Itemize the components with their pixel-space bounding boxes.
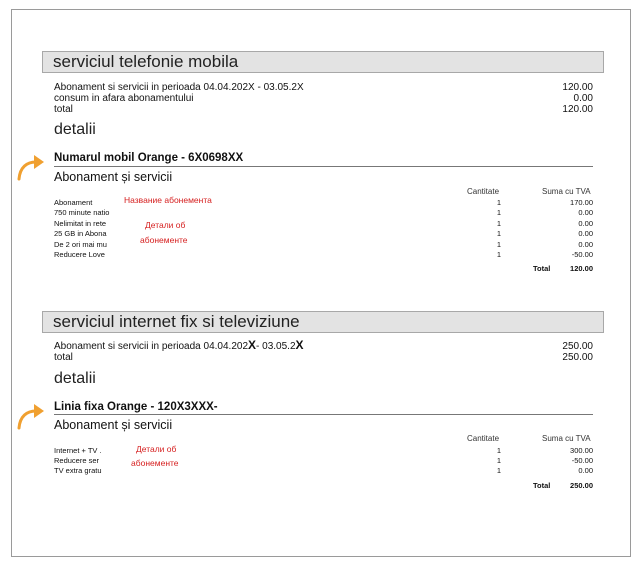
table-row-name: 750 minute natio: [54, 208, 110, 217]
masked-char: X: [295, 338, 304, 352]
table-row-amount: 170.00: [570, 198, 593, 207]
table-row-qty: 1: [496, 208, 501, 217]
masked-char: X: [248, 82, 255, 93]
detalii-heading: detalii: [54, 370, 96, 387]
section-title: serviciul internet fix si televiziune: [53, 312, 300, 331]
period-line: Abonament si servicii in perioada 04.04.…: [54, 82, 304, 93]
table-row-name: Reducere ser: [54, 456, 100, 465]
column-header-sum: Suma cu TVA: [542, 187, 591, 196]
table-total-value: 250.00: [570, 481, 593, 490]
table-total-label: Total: [533, 481, 551, 490]
subscription-subtitle: Abonament și servicii: [54, 170, 173, 184]
subscription-subtitle: Abonament și servicii: [54, 418, 173, 432]
table-row-qty: 1: [496, 240, 501, 249]
period-value: 120.00: [562, 82, 593, 93]
divider: [54, 166, 593, 167]
total-value: 250.00: [562, 352, 593, 363]
table-row-amount: 0.00: [578, 466, 593, 475]
period-text: Abonament si servicii in perioada 04.04.…: [54, 341, 249, 352]
table-row-qty: 1: [496, 198, 501, 207]
table-row-amount: 0.00: [578, 219, 593, 228]
detalii-heading: detalii: [54, 121, 96, 138]
column-header-sum: Suma cu TVA: [542, 434, 591, 443]
consum-value: 0.00: [573, 93, 593, 104]
table-row-qty: 1: [496, 229, 501, 238]
total-label: total: [54, 352, 73, 363]
consum-label: consum in afara abonamentului: [54, 93, 194, 104]
table-row-name: Abonament: [54, 198, 93, 207]
period-text: Abonament si servicii in perioada 04.04.…: [54, 82, 249, 93]
table-row-amount: 0.00: [578, 208, 593, 217]
total-label: total: [54, 104, 73, 115]
annotation-subscription-name: Название абонемента: [124, 195, 212, 205]
table-row-qty: 1: [496, 456, 501, 465]
column-header-qty: Cantitate: [467, 434, 500, 443]
line-title: Numarul mobil Orange - 6X0698XX: [54, 152, 244, 164]
period-value: 250.00: [562, 341, 593, 352]
divider: [54, 414, 593, 415]
table-row-name: Internet + TV .: [54, 446, 102, 455]
masked-char: X: [248, 338, 257, 352]
total-value: 120.00: [562, 104, 593, 115]
column-header-qty: Cantitate: [467, 187, 500, 196]
line-title: Linia fixa Orange - 120X3XXX-: [54, 401, 218, 413]
section-header-internet: serviciul internet fix si televiziune: [42, 311, 604, 333]
table-row-name: Reducere Love: [54, 250, 105, 259]
table-row-amount: 0.00: [578, 229, 593, 238]
table-row-name: Nelimitat in rete: [54, 219, 107, 228]
table-total-label: Total: [533, 264, 551, 273]
period-text-end: - 03.05.2: [254, 82, 297, 93]
table-row-amount: 0.00: [578, 240, 593, 249]
annotation-details-line2: абонементе: [131, 458, 179, 468]
table-row-name: De 2 ori mai mu: [54, 240, 107, 249]
table-row-qty: 1: [496, 446, 501, 455]
table-row-amount: 300.00: [570, 446, 593, 455]
table-row-name: TV extra gratu: [54, 466, 102, 475]
table-row-amount: -50.00: [571, 250, 593, 259]
table-total-value: 120.00: [570, 264, 593, 273]
period-text-end: - 03.05.2: [256, 341, 296, 352]
period-line: Abonament si servicii in perioada 04.04.…: [54, 338, 304, 352]
arrow-icon: [17, 155, 44, 181]
table-row-amount: -50.00: [571, 456, 593, 465]
annotation-details-line1: Детали об: [136, 444, 177, 454]
section-title: serviciul telefonie mobila: [53, 52, 239, 71]
masked-char: X: [296, 82, 304, 93]
table-row-qty: 1: [496, 466, 501, 475]
section-header-mobile: serviciul telefonie mobila: [42, 51, 604, 73]
table-row-name: 25 GB in Abona: [54, 229, 107, 238]
annotation-details-line1: Детали об: [145, 220, 186, 230]
arrow-icon: [17, 404, 44, 430]
table-row-qty: 1: [496, 219, 501, 228]
table-row-qty: 1: [496, 250, 501, 259]
annotation-details-line2: абонементе: [140, 235, 188, 245]
